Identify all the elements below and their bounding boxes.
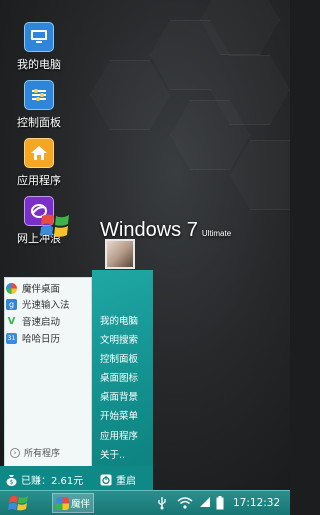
taskbar: 魔伴 17:12:32 <box>0 490 290 515</box>
start-app-item[interactable]: 31 哈哈日历 <box>6 330 60 346</box>
start-button[interactable] <box>8 493 30 513</box>
start-app-item[interactable]: g 光速输入法 <box>6 296 70 312</box>
windows-edition: Ultimate <box>201 229 232 238</box>
v-launch-icon: V <box>7 315 16 327</box>
desktop-icon-label: 控制面板 <box>17 116 61 129</box>
start-right-item-control-panel[interactable]: 控制面板 <box>100 351 138 365</box>
flower-icon <box>56 496 69 510</box>
restart-label: 重启 <box>116 476 136 487</box>
hex-pattern <box>90 60 170 130</box>
user-avatar[interactable] <box>105 239 135 269</box>
usb-icon[interactable] <box>156 496 168 510</box>
wifi-icon[interactable] <box>177 496 193 509</box>
taskbar-clock[interactable]: 17:12:32 <box>233 497 280 509</box>
computer-icon <box>24 22 54 52</box>
windows-logo-icon <box>40 214 69 237</box>
earnings-label: 已赚：2.61元 <box>21 476 84 487</box>
start-right-item-start-menu[interactable]: 开始菜单 <box>100 408 138 422</box>
desktop-icon-control-panel[interactable]: 控制面板 <box>8 80 70 130</box>
arrow-right-icon: › <box>10 447 20 458</box>
home-icon <box>24 138 54 168</box>
calendar-icon: 31 <box>6 332 17 344</box>
desktop-icon-applications[interactable]: 应用程序 <box>8 138 70 188</box>
start-right-item-desktop-icons[interactable]: 桌面图标 <box>100 370 138 384</box>
desktop-icon-my-computer[interactable]: 我的电脑 <box>8 22 70 72</box>
power-icon <box>100 474 112 485</box>
desktop-icon-label: 我的电脑 <box>17 58 61 71</box>
windows-title: Windows 7 <box>100 219 198 241</box>
all-programs-label: 所有程序 <box>24 449 61 459</box>
start-app-item[interactable]: V 音速启动 <box>6 313 60 329</box>
start-right-item-search[interactable]: 文明搜索 <box>100 332 138 346</box>
battery-icon[interactable] <box>216 496 224 510</box>
keyboard-g-icon: g <box>6 298 17 310</box>
taskbar-app-label: 魔伴 <box>71 499 91 510</box>
signal-icon[interactable] <box>199 496 211 508</box>
start-app-item[interactable]: 魔伴桌面 <box>6 280 60 296</box>
start-right-item-desktop-background[interactable]: 桌面背景 <box>100 389 138 403</box>
start-app-label: 音速启动 <box>22 317 61 328</box>
flower-icon <box>6 282 17 294</box>
control-panel-icon <box>24 80 54 110</box>
earnings-display[interactable]: $ 已赚：2.61元 <box>6 472 83 487</box>
start-app-label: 光速输入法 <box>22 300 70 311</box>
taskbar-app-button[interactable]: 魔伴 <box>52 493 94 513</box>
restart-button[interactable]: 重启 <box>100 472 136 487</box>
start-right-item-applications[interactable]: 应用程序 <box>100 428 138 442</box>
all-programs-button[interactable]: › 所有程序 <box>10 446 60 459</box>
svg-text:$: $ <box>10 479 14 486</box>
start-right-item-about[interactable]: 关于.. <box>100 447 125 461</box>
start-app-label: 魔伴桌面 <box>22 284 61 295</box>
desktop-icon-label: 应用程序 <box>17 174 61 187</box>
start-right-item-my-computer[interactable]: 我的电脑 <box>100 313 138 327</box>
start-app-label: 哈哈日历 <box>22 334 61 345</box>
money-bag-icon: $ <box>6 474 17 486</box>
